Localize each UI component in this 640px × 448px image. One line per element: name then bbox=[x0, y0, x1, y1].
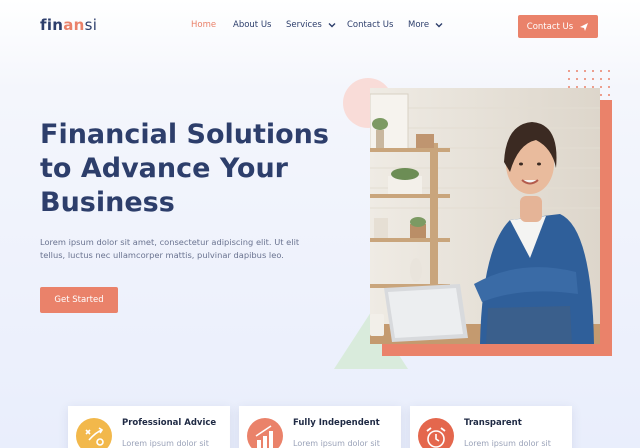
hero-title: Financial Solutions to Advance Your Busi… bbox=[40, 118, 340, 220]
nav-home[interactable]: Home bbox=[191, 20, 216, 30]
nav-more[interactable]: More bbox=[408, 20, 444, 30]
nav-contact-us[interactable]: Contact Us bbox=[347, 20, 393, 30]
hero-photo bbox=[370, 88, 600, 344]
strategy-icon bbox=[76, 418, 112, 448]
feature-text: Lorem ipsum dolor sit bbox=[293, 439, 380, 448]
nav-about-us[interactable]: About Us bbox=[233, 20, 271, 30]
site-header: finansi Home About Us Services Contact U… bbox=[0, 0, 640, 56]
chevron-down-icon bbox=[328, 22, 336, 27]
hero-title-line: Financial Solutions bbox=[40, 119, 329, 150]
feature-card-transparent[interactable]: Transparent Lorem ipsum dolor sit bbox=[410, 406, 572, 448]
hero-description-line: Lorem ipsum dolor sit amet, consectetur … bbox=[40, 237, 300, 247]
get-started-button[interactable]: Get Started bbox=[40, 287, 118, 313]
hero-title-line: to Advance Your bbox=[40, 153, 288, 184]
hero-description: Lorem ipsum dolor sit amet, consectetur … bbox=[40, 236, 300, 262]
feature-title: Professional Advice bbox=[122, 418, 217, 428]
nav-contact-label: Contact Us bbox=[347, 20, 394, 30]
logo-text-accent: an bbox=[63, 16, 85, 34]
chevron-down-icon bbox=[435, 22, 443, 27]
contact-us-button-label: Contact Us bbox=[526, 21, 574, 32]
feature-cards: Professional Advice Lorem ipsum dolor si… bbox=[0, 406, 640, 448]
hero-title-line: Business bbox=[40, 187, 175, 218]
nav-services[interactable]: Services bbox=[286, 20, 337, 30]
hero-description-line: tellus, luctus nec ullamcorper mattis, p… bbox=[40, 250, 284, 260]
get-started-label: Get Started bbox=[54, 295, 104, 305]
contact-us-button[interactable]: Contact Us bbox=[518, 15, 598, 38]
nav-about-label: About Us bbox=[233, 20, 272, 30]
send-icon bbox=[580, 22, 589, 31]
feature-text: Lorem ipsum dolor sit bbox=[464, 439, 551, 448]
nav-more-label: More bbox=[408, 20, 430, 30]
feature-card-professional-advice[interactable]: Professional Advice Lorem ipsum dolor si… bbox=[68, 406, 230, 448]
brand-logo[interactable]: finansi bbox=[40, 16, 97, 34]
alarm-clock-icon bbox=[418, 418, 454, 448]
feature-title: Transparent bbox=[464, 418, 522, 428]
feature-text: Lorem ipsum dolor sit bbox=[122, 439, 209, 448]
businesswoman-photo bbox=[370, 88, 600, 344]
feature-card-fully-independent[interactable]: Fully Independent Lorem ipsum dolor sit bbox=[239, 406, 401, 448]
growth-chart-icon bbox=[247, 418, 283, 448]
feature-title: Fully Independent bbox=[293, 418, 380, 428]
logo-text-part: fin bbox=[40, 16, 64, 34]
nav-home-label: Home bbox=[191, 20, 217, 30]
logo-text-suffix: si bbox=[84, 16, 98, 34]
nav-services-label: Services bbox=[286, 20, 322, 30]
